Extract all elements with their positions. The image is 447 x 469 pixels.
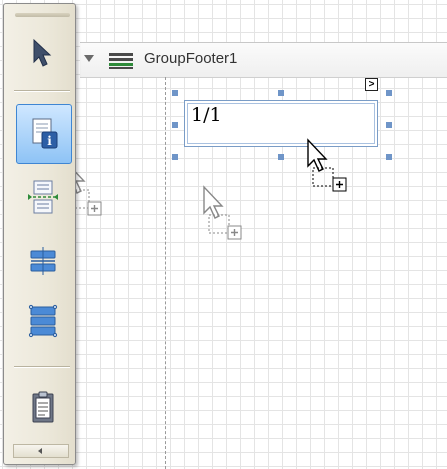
pointer-icon <box>33 38 52 67</box>
resize-handle-ne[interactable] <box>386 90 392 96</box>
drag-copy-cursor-faded-icon <box>203 185 242 240</box>
resize-handle-e[interactable] <box>386 122 392 128</box>
tool-table[interactable] <box>18 296 68 346</box>
subreport-icon <box>32 391 54 423</box>
label-text: 1/1 <box>191 104 222 126</box>
resize-handle-nw[interactable] <box>172 90 178 96</box>
page-break-icon <box>28 180 58 214</box>
toolbox-scroll-left-button[interactable] <box>13 444 69 458</box>
drag-copy-cursor-icon <box>307 138 347 192</box>
resize-handle-w[interactable] <box>172 122 178 128</box>
line-icon <box>30 247 56 275</box>
svg-text:i: i <box>47 134 52 148</box>
toolbox-panel: i <box>3 3 76 465</box>
tool-subreport[interactable] <box>18 382 68 432</box>
resize-handle-se[interactable] <box>386 154 392 160</box>
toolbox-grip[interactable] <box>15 13 70 17</box>
tool-pointer[interactable] <box>18 28 68 78</box>
resize-handle-sw[interactable] <box>172 154 178 160</box>
resize-handle-s[interactable] <box>278 154 284 160</box>
band-title: GroupFooter1 <box>144 50 238 67</box>
toolbox-separator <box>14 366 70 368</box>
tool-page-break[interactable] <box>18 172 68 222</box>
band-header-groupfooter[interactable] <box>80 43 447 78</box>
left-margin-line <box>165 77 166 469</box>
table-icon <box>28 304 58 338</box>
tool-line[interactable] <box>18 236 68 286</box>
toolbox-separator <box>14 90 70 92</box>
tool-page-info[interactable]: i <box>16 104 72 164</box>
resize-handle-n[interactable] <box>278 90 284 96</box>
band-collapse-arrow-icon[interactable] <box>84 55 94 62</box>
page-info-icon: i <box>32 118 58 149</box>
smart-tag-button[interactable]: > <box>365 78 378 91</box>
group-footer-band-icon <box>109 53 133 69</box>
